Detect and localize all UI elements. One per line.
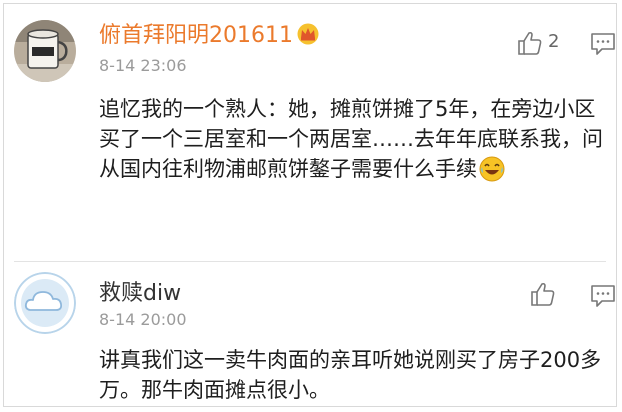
comment-text: 追忆我的一个熟人：她，摊煎饼摊了5年，在旁边小区买了一个三居室和一个两居室……去…: [99, 97, 603, 181]
username[interactable]: 救赎diw: [99, 275, 181, 307]
avatar[interactable]: [14, 20, 76, 82]
like-button[interactable]: [516, 29, 544, 57]
default-cloud-avatar: [14, 272, 76, 334]
laughing-tears-emoji: [479, 156, 505, 182]
comment-divider: [14, 261, 606, 262]
crown-icon: [296, 23, 320, 45]
thumbs-up-icon: [518, 31, 542, 55]
reply-button[interactable]: [589, 283, 616, 311]
reply-button[interactable]: [589, 31, 616, 59]
comment-body: 讲真我们这一卖牛肉面的亲耳听她说刚买了房子200多万。那牛肉面摊点很小。: [99, 348, 602, 402]
avatar[interactable]: [14, 272, 76, 334]
comment-item: 俯首拜阳明201611 8-14 23:06 2 追忆我的一个熟人：她，摊煎饼摊…: [4, 4, 616, 262]
comment-body: 追忆我的一个熟人：她，摊煎饼摊了5年，在旁边小区买了一个三居室和一个两居室……去…: [99, 94, 609, 184]
like-button[interactable]: [529, 280, 557, 308]
comment-list: 俯首拜阳明201611 8-14 23:06 2 追忆我的一个熟人：她，摊煎饼摊…: [3, 3, 617, 407]
comment-time: 8-14 20:00: [99, 310, 187, 329]
username[interactable]: 俯首拜阳明201611: [99, 17, 320, 49]
mug-avatar-image: [14, 20, 76, 82]
thumbs-up-icon: [531, 282, 555, 306]
reply-icon: [591, 285, 615, 307]
reply-icon: [591, 33, 615, 55]
username-text[interactable]: 俯首拜阳明201611: [99, 23, 293, 48]
comment-time: 8-14 23:06: [99, 56, 187, 75]
like-count: 2: [548, 31, 560, 52]
